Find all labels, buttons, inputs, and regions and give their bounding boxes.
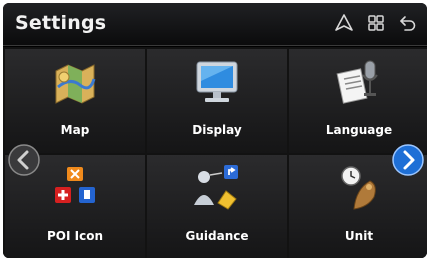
guidance-icon xyxy=(192,163,242,213)
tile-label: Map xyxy=(60,123,90,137)
language-icon xyxy=(334,57,384,107)
tile-label: Language xyxy=(325,123,393,137)
tile-label: Unit xyxy=(344,229,374,243)
tile-label: POI Icon xyxy=(46,229,103,243)
chevron-right-icon xyxy=(392,144,424,176)
settings-screen: Settings Map Display Language POI Icon G… xyxy=(3,3,427,258)
page-title: Settings xyxy=(15,12,107,34)
map-icon xyxy=(50,57,100,107)
grid-menu-icon[interactable] xyxy=(365,12,387,34)
poi-icon xyxy=(50,163,100,213)
back-icon[interactable] xyxy=(397,12,419,34)
navigation-icon[interactable] xyxy=(333,12,355,34)
settings-grid: Map Display Language POI Icon Guidance U… xyxy=(3,47,427,258)
header-bar: Settings xyxy=(3,3,427,46)
unit-icon xyxy=(334,163,384,213)
tile-map[interactable]: Map xyxy=(5,49,145,153)
next-page-button[interactable] xyxy=(391,143,425,177)
display-icon xyxy=(192,57,242,107)
chevron-left-icon xyxy=(8,144,40,176)
tile-label: Guidance xyxy=(185,229,249,243)
tile-language[interactable]: Language xyxy=(289,49,427,153)
tile-guidance[interactable]: Guidance xyxy=(147,155,287,258)
prev-page-button[interactable] xyxy=(7,143,41,177)
tile-display[interactable]: Display xyxy=(147,49,287,153)
tile-label: Display xyxy=(192,123,242,137)
